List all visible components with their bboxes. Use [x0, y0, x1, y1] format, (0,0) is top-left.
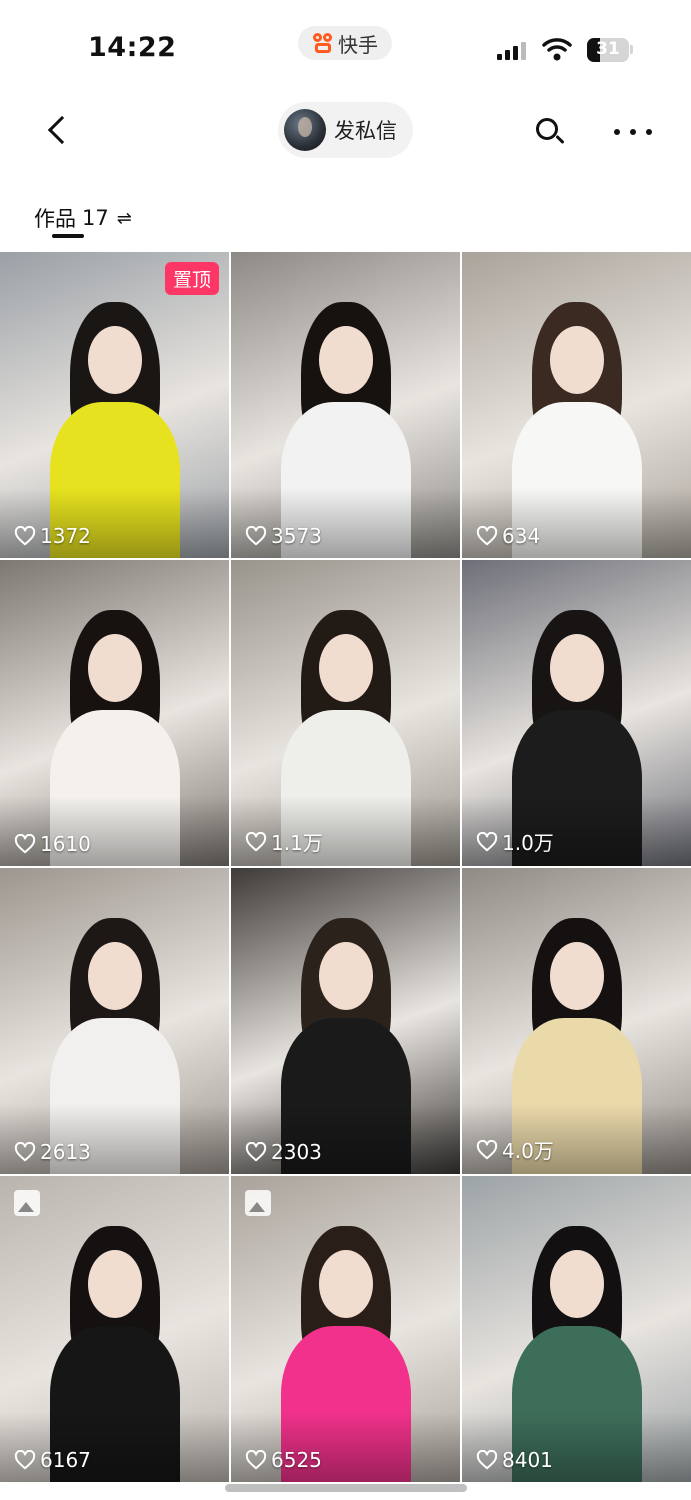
like-count: 6525	[245, 1448, 322, 1472]
image-post-icon	[245, 1190, 271, 1216]
like-count: 634	[476, 524, 540, 548]
person-face	[319, 634, 373, 702]
heart-icon	[476, 526, 498, 546]
like-count-value: 6525	[271, 1448, 322, 1472]
heart-icon	[14, 834, 36, 854]
like-count-value: 1610	[40, 832, 91, 856]
like-count-value: 6167	[40, 1448, 91, 1472]
pinned-badge: 置顶	[164, 262, 219, 295]
person-face	[319, 1250, 373, 1318]
battery-percent: 31	[596, 39, 620, 59]
video-tile[interactable]: 1.0万	[462, 560, 691, 866]
like-count: 1610	[14, 832, 91, 856]
more-dot	[630, 129, 636, 135]
video-tile[interactable]: 4.0万	[462, 868, 691, 1174]
like-count-value: 2303	[271, 1140, 322, 1164]
like-count: 1.0万	[476, 827, 554, 856]
more-dot	[614, 129, 620, 135]
heart-icon	[14, 1142, 36, 1162]
heart-icon	[14, 526, 36, 546]
search-button[interactable]	[532, 114, 568, 150]
like-count-value: 2613	[40, 1140, 91, 1164]
person-face	[550, 634, 604, 702]
like-count: 3573	[245, 524, 322, 548]
like-count: 8401	[476, 1448, 553, 1472]
kuaishou-app-pill[interactable]: 快手	[298, 26, 392, 60]
works-grid: 置顶 1372 3573 634 1610 1.1万 1.0万 2613 2303 4.0万 616…	[0, 252, 691, 1482]
person-face	[319, 326, 373, 394]
person-face	[88, 326, 142, 394]
status-time: 14:22	[88, 32, 177, 63]
image-post-icon	[14, 1190, 40, 1216]
wifi-icon	[542, 38, 572, 61]
person-face	[319, 942, 373, 1010]
video-tile[interactable]: 8401	[462, 1176, 691, 1482]
works-count: 17	[82, 206, 109, 230]
heart-icon	[476, 831, 498, 851]
heart-icon	[245, 831, 267, 851]
like-count: 2303	[245, 1140, 322, 1164]
heart-icon	[476, 1450, 498, 1470]
app-name: 快手	[338, 32, 378, 57]
avatar	[284, 109, 326, 151]
video-tile[interactable]: 634	[462, 252, 691, 558]
like-count-value: 1.0万	[502, 831, 554, 855]
more-dot	[646, 129, 652, 135]
like-count: 4.0万	[476, 1135, 554, 1164]
back-button[interactable]	[36, 108, 80, 152]
person-face	[550, 942, 604, 1010]
video-tile[interactable]: 置顶 1372	[0, 252, 229, 558]
like-count: 6167	[14, 1448, 91, 1472]
person-face	[88, 634, 142, 702]
kuaishou-logo-icon	[312, 32, 334, 54]
like-count-value: 1.1万	[271, 831, 323, 855]
video-tile[interactable]: 6525	[231, 1176, 460, 1482]
video-tile[interactable]: 1.1万	[231, 560, 460, 866]
person-face	[88, 1250, 142, 1318]
chevron-left-icon	[47, 115, 77, 145]
video-tile[interactable]: 2303	[231, 868, 460, 1174]
heart-icon	[476, 1139, 498, 1159]
person-face	[550, 326, 604, 394]
like-count-value: 4.0万	[502, 1139, 554, 1163]
video-tile[interactable]: 3573	[231, 252, 460, 558]
heart-icon	[14, 1450, 36, 1470]
battery-tip	[630, 45, 633, 54]
person-face	[88, 942, 142, 1010]
more-options-button[interactable]	[612, 114, 654, 150]
status-bar: 14:22 快手 31	[0, 0, 691, 100]
like-count: 1.1万	[245, 827, 323, 856]
sort-toggle-icon[interactable]: ⇌	[117, 208, 132, 229]
home-indicator	[225, 1484, 467, 1492]
person-face	[550, 1250, 604, 1318]
cellular-signal-icon	[497, 40, 526, 60]
like-count: 2613	[14, 1140, 91, 1164]
video-tile[interactable]: 6167	[0, 1176, 229, 1482]
heart-icon	[245, 1142, 267, 1162]
heart-icon	[245, 1450, 267, 1470]
profile-nav-bar: 发私信	[0, 100, 691, 162]
tab-works[interactable]: 作品 17 ⇌	[34, 198, 132, 238]
send-message-label: 发私信	[334, 119, 397, 143]
heart-icon	[245, 526, 267, 546]
like-count-value: 1372	[40, 524, 91, 548]
like-count-value: 8401	[502, 1448, 553, 1472]
search-icon-handle	[555, 134, 565, 145]
send-message-button[interactable]: 发私信	[278, 102, 413, 158]
like-count-value: 3573	[271, 524, 322, 548]
works-label: 作品	[34, 207, 76, 231]
like-count: 1372	[14, 524, 91, 548]
video-tile[interactable]: 2613	[0, 868, 229, 1174]
like-count-value: 634	[502, 524, 541, 548]
video-tile[interactable]: 1610	[0, 560, 229, 866]
tab-active-indicator	[52, 234, 84, 238]
battery-icon: 31	[587, 38, 629, 62]
